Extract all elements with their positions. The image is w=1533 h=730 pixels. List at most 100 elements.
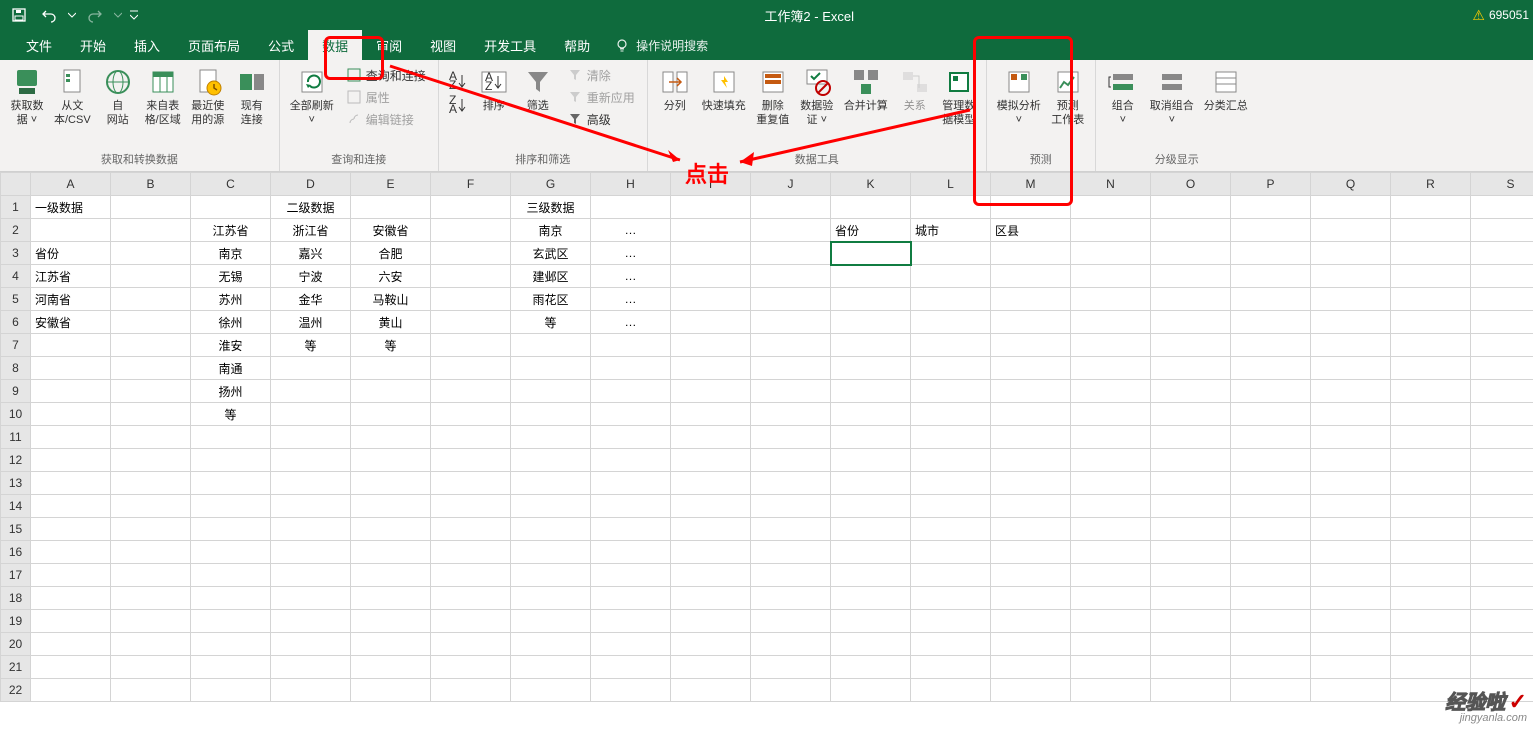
col-header[interactable]: F	[431, 173, 511, 196]
row-header[interactable]: 19	[1, 610, 31, 633]
redo-button[interactable]	[82, 2, 108, 28]
undo-button[interactable]	[36, 2, 62, 28]
spreadsheet-grid[interactable]: A B C D E F G H I J K L M N O P Q R S 1一…	[0, 172, 1533, 702]
recent-sources-button[interactable]: 最近使 用的源	[187, 64, 229, 130]
row-header[interactable]: 22	[1, 679, 31, 702]
row-header[interactable]: 17	[1, 564, 31, 587]
row-header[interactable]: 4	[1, 265, 31, 288]
filter-button[interactable]: 筛选	[517, 64, 559, 116]
tell-me-search[interactable]: 操作说明搜索	[604, 30, 718, 60]
existing-conn-button[interactable]: 现有 连接	[231, 64, 273, 130]
col-header[interactable]: B	[111, 173, 191, 196]
lightbulb-icon	[614, 37, 630, 53]
col-header[interactable]: P	[1231, 173, 1311, 196]
ungroup-button[interactable]: 取消组合 ˅	[1146, 64, 1198, 130]
row-header[interactable]: 13	[1, 472, 31, 495]
select-all-corner[interactable]	[1, 173, 31, 196]
group-button[interactable]: 组合 ˅	[1102, 64, 1144, 130]
col-header[interactable]: M	[991, 173, 1071, 196]
row-header[interactable]: 11	[1, 426, 31, 449]
row-header[interactable]: 18	[1, 587, 31, 610]
row-header[interactable]: 7	[1, 334, 31, 357]
ribbon-tabs: 文件 开始 插入 页面布局 公式 数据 审阅 视图 开发工具 帮助 操作说明搜索	[0, 30, 1533, 60]
ribbon-panel: 获取数 据 ˅ 从文 本/CSV 自 网站 来自表 格/区域 最近使 用的源 现…	[0, 60, 1533, 172]
row-header[interactable]: 12	[1, 449, 31, 472]
group-get-transform: 获取数 据 ˅ 从文 本/CSV 自 网站 来自表 格/区域 最近使 用的源 现…	[0, 60, 280, 171]
row-header[interactable]: 10	[1, 403, 31, 426]
sort-asc-button[interactable]: AZ	[445, 70, 471, 92]
col-header[interactable]: R	[1391, 173, 1471, 196]
check-icon: ✓	[1509, 689, 1527, 714]
forecast-sheet-button[interactable]: 预测 工作表	[1047, 64, 1089, 130]
data-validation-button[interactable]: 数据验 证 ˅	[796, 64, 838, 130]
worksheet-area[interactable]: A B C D E F G H I J K L M N O P Q R S 1一…	[0, 172, 1533, 702]
row-header[interactable]: 5	[1, 288, 31, 311]
from-web-button[interactable]: 自 网站	[97, 64, 139, 130]
col-header[interactable]: S	[1471, 173, 1533, 196]
col-header[interactable]: Q	[1311, 173, 1391, 196]
tab-data[interactable]: 数据	[308, 30, 362, 60]
from-table-button[interactable]: 来自表 格/区域	[141, 64, 185, 130]
col-header[interactable]: E	[351, 173, 431, 196]
row-header[interactable]: 8	[1, 357, 31, 380]
tab-review[interactable]: 审阅	[362, 30, 416, 60]
col-header[interactable]: G	[511, 173, 591, 196]
flash-fill-button[interactable]: 快速填充	[698, 64, 750, 116]
tab-formula[interactable]: 公式	[254, 30, 308, 60]
tab-dev[interactable]: 开发工具	[470, 30, 550, 60]
col-header[interactable]: O	[1151, 173, 1231, 196]
sort-desc-button[interactable]: ZA	[445, 94, 471, 116]
svg-text:Z: Z	[485, 79, 492, 93]
advanced-filter-button[interactable]: 高级	[561, 108, 641, 130]
title-right: ⚠ 695051	[1472, 7, 1533, 24]
row-header[interactable]: 15	[1, 518, 31, 541]
row-header[interactable]: 9	[1, 380, 31, 403]
redo-dropdown[interactable]	[112, 2, 124, 28]
relationships-button[interactable]: 关系	[894, 64, 936, 116]
window-title: 工作簿2 - Excel	[146, 6, 1472, 25]
col-header[interactable]: C	[191, 173, 271, 196]
consolidate-button[interactable]: 合并计算	[840, 64, 892, 116]
col-header[interactable]: A	[31, 173, 111, 196]
get-data-button[interactable]: 获取数 据 ˅	[6, 64, 48, 130]
active-cell[interactable]	[831, 242, 911, 265]
col-header[interactable]: K	[831, 173, 911, 196]
col-header[interactable]: I	[671, 173, 751, 196]
row-header[interactable]: 3	[1, 242, 31, 265]
undo-dropdown[interactable]	[66, 2, 78, 28]
col-header[interactable]: H	[591, 173, 671, 196]
tab-help[interactable]: 帮助	[550, 30, 604, 60]
row-header[interactable]: 14	[1, 495, 31, 518]
row-header[interactable]: 16	[1, 541, 31, 564]
col-header[interactable]: L	[911, 173, 991, 196]
tab-layout[interactable]: 页面布局	[174, 30, 254, 60]
col-header[interactable]: J	[751, 173, 831, 196]
clear-filter-button: 清除	[561, 64, 641, 86]
row-header[interactable]: 6	[1, 311, 31, 334]
col-header[interactable]: D	[271, 173, 351, 196]
group-queries: 全部刷新 ˅ 查询和连接 属性 编辑链接 查询和连接	[280, 60, 439, 171]
tab-insert[interactable]: 插入	[120, 30, 174, 60]
sort-button[interactable]: AZ排序	[473, 64, 515, 116]
tab-file[interactable]: 文件	[12, 30, 66, 60]
row-header[interactable]: 2	[1, 219, 31, 242]
row-header[interactable]: 21	[1, 656, 31, 679]
queries-conn-button[interactable]: 查询和连接	[340, 64, 432, 86]
subtotal-button[interactable]: 分类汇总	[1200, 64, 1252, 116]
tab-view[interactable]: 视图	[416, 30, 470, 60]
qat-customize[interactable]	[128, 2, 140, 28]
text-to-columns-button[interactable]: 分列	[654, 64, 696, 116]
user-badge[interactable]: 695051	[1489, 8, 1529, 22]
tab-home[interactable]: 开始	[66, 30, 120, 60]
col-header[interactable]: N	[1071, 173, 1151, 196]
remove-dup-button[interactable]: 删除 重复值	[752, 64, 794, 130]
manage-model-button[interactable]: 管理数 据模型	[938, 64, 980, 130]
row-header[interactable]: 1	[1, 196, 31, 219]
whatif-button[interactable]: 模拟分析 ˅	[993, 64, 1045, 130]
title-bar: 工作簿2 - Excel ⚠ 695051	[0, 0, 1533, 30]
group-outline: 组合 ˅ 取消组合 ˅ 分类汇总 分级显示	[1096, 60, 1258, 171]
save-button[interactable]	[6, 2, 32, 28]
from-csv-button[interactable]: 从文 本/CSV	[50, 64, 95, 130]
row-header[interactable]: 20	[1, 633, 31, 656]
refresh-all-button[interactable]: 全部刷新 ˅	[286, 64, 338, 130]
